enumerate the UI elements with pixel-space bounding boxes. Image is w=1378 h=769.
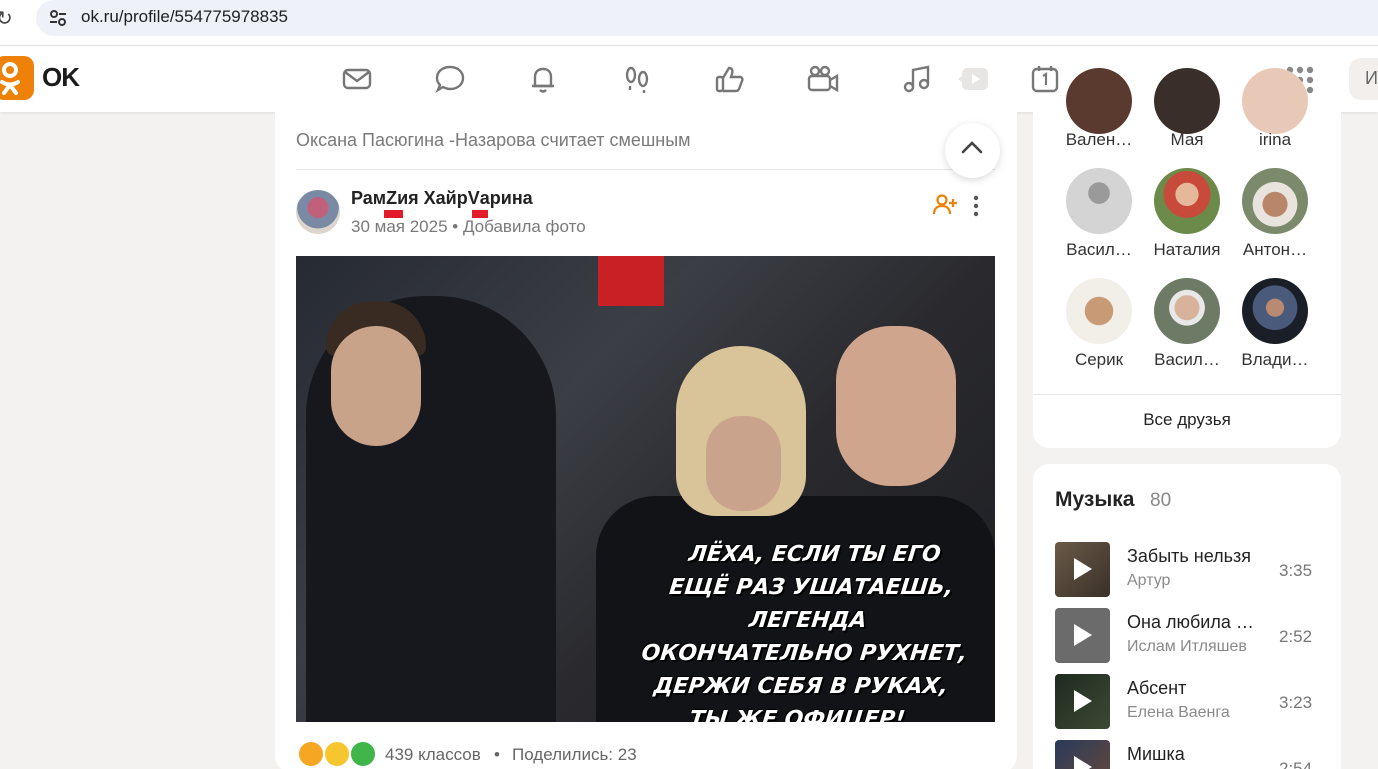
bell-icon[interactable] xyxy=(526,62,560,96)
author-name[interactable]: РамZия ХайрVарина xyxy=(351,188,533,209)
meme-caption: ЛЁХА, ЕСЛИ ТЫ ЕГО ЕЩЁ РАЗ УШАТАЕШЬ, ЛЕГЕ… xyxy=(606,538,995,722)
friend-avatar xyxy=(1066,68,1132,134)
music-title[interactable]: Музыка xyxy=(1055,488,1134,512)
track-cover[interactable] xyxy=(1055,740,1110,769)
friend-avatar xyxy=(1154,278,1220,344)
play-icon xyxy=(1074,624,1092,646)
music-count: 80 xyxy=(1150,490,1172,511)
divider xyxy=(1033,394,1341,395)
friend-name: Серик xyxy=(1074,350,1124,369)
grin-reaction-icon xyxy=(349,740,377,768)
all-friends-link[interactable]: Все друзья xyxy=(1033,410,1341,430)
play-icon xyxy=(1074,558,1092,580)
friend-item[interactable]: Васил… xyxy=(1142,278,1232,378)
friends-card: Вален… Мая irina Васил… Наталия Антон… С… xyxy=(1033,68,1341,448)
track-artist: Елена Ваенга xyxy=(1127,704,1230,721)
stats-separator: • xyxy=(494,745,500,764)
friend-name: Антон… xyxy=(1242,240,1308,259)
caption-line: ЕЩЁ РАЗ УШАТАЕШЬ, ЛЕГЕНДА xyxy=(667,575,955,633)
track-title: Мишка xyxy=(1127,744,1185,764)
friend-avatar xyxy=(1242,68,1308,134)
music-track[interactable]: Она любила … Ислам Итляшев 2:52 xyxy=(1055,608,1325,664)
laugh-reaction-icon xyxy=(323,740,351,768)
music-track[interactable]: Мишка 2:54 xyxy=(1055,740,1325,769)
feed-reason[interactable]: Оксана Пасюгина -Назарова считает смешны… xyxy=(296,130,691,151)
calendar-icon[interactable] xyxy=(1028,62,1062,96)
track-duration: 2:54 xyxy=(1279,759,1313,769)
scroll-up-button[interactable] xyxy=(945,123,1000,178)
music-track[interactable]: Забыть нельзя Артур 3:35 xyxy=(1055,542,1325,598)
like-icon[interactable] xyxy=(713,62,747,96)
track-cover[interactable] xyxy=(1055,542,1110,597)
friend-item[interactable]: Серик xyxy=(1054,278,1144,378)
music-track[interactable]: Абсент Елена Ваенга 3:23 xyxy=(1055,674,1325,730)
add-friend-icon[interactable] xyxy=(932,192,958,218)
site-settings-icon[interactable] xyxy=(46,6,70,30)
friend-name: Наталия xyxy=(1153,240,1221,259)
friend-item[interactable]: Наталия xyxy=(1142,168,1232,268)
chevron-up-icon xyxy=(961,141,983,154)
chat-icon[interactable] xyxy=(433,62,467,96)
logo-text[interactable]: OK xyxy=(42,62,80,93)
friend-item[interactable]: Антон… xyxy=(1230,168,1320,268)
friend-name: Влади… xyxy=(1241,350,1309,369)
track-artist: Артур xyxy=(1127,572,1171,589)
post-date[interactable]: 30 мая 2025 xyxy=(351,217,448,236)
video-camera-icon[interactable] xyxy=(806,62,840,96)
friend-name: Мая xyxy=(1170,130,1204,149)
feed-post-card: Оксана Пасюгина -Назарова считает смешны… xyxy=(275,112,1017,769)
track-cover[interactable] xyxy=(1055,608,1110,663)
track-title: Абсент xyxy=(1127,678,1187,698)
track-duration: 3:35 xyxy=(1279,561,1313,580)
track-duration: 2:52 xyxy=(1279,627,1313,646)
mail-icon[interactable] xyxy=(340,62,374,96)
meta-separator: • xyxy=(452,217,459,236)
music-note-icon[interactable] xyxy=(900,62,934,96)
caption-line: ОКОНЧАТЕЛЬНО РУХНЕТ, xyxy=(640,641,969,666)
shares-count[interactable]: Поделились: 23 xyxy=(512,745,637,765)
more-options-icon[interactable] xyxy=(971,194,981,218)
play-icon xyxy=(1074,756,1092,769)
play-icon xyxy=(1074,690,1092,712)
track-title: Она любила … xyxy=(1127,612,1254,632)
likes-count[interactable]: 439 классов xyxy=(385,745,481,765)
friend-name: Вален… xyxy=(1065,130,1133,149)
track-title: Забыть нельзя xyxy=(1127,546,1251,566)
video-play-icon[interactable] xyxy=(956,62,990,96)
friend-item[interactable]: Васил… xyxy=(1054,168,1144,268)
caption-line: ТЫ ЖЕ ОФИЦЕР! xyxy=(688,707,907,722)
friend-avatar xyxy=(1154,168,1220,234)
caption-line: ДЕРЖИ СЕБЯ В РУКАХ, xyxy=(652,674,950,699)
friend-name: Васил… xyxy=(1154,350,1220,369)
thumbs-up-reaction-icon xyxy=(297,740,325,768)
search-placeholder: И xyxy=(1365,68,1378,88)
divider xyxy=(296,169,995,170)
friend-avatar xyxy=(1154,68,1220,134)
reactions-group[interactable] xyxy=(297,740,381,769)
friend-avatar xyxy=(1066,278,1132,344)
friend-avatar xyxy=(1066,168,1132,234)
track-duration: 3:23 xyxy=(1279,693,1313,712)
music-card: Музыка 80 Забыть нельзя Артур 3:35 Она л… xyxy=(1033,464,1341,769)
track-cover[interactable] xyxy=(1055,674,1110,729)
friend-avatar xyxy=(1242,278,1308,344)
friend-item[interactable]: Влади… xyxy=(1230,278,1320,378)
ok-logo-icon[interactable] xyxy=(0,56,34,100)
friend-avatar xyxy=(1242,168,1308,234)
friend-name: Васил… xyxy=(1066,240,1132,259)
caption-line: ЛЁХА, ЕСЛИ ТЫ ЕГО xyxy=(687,542,943,567)
reload-icon[interactable]: ↻ xyxy=(0,6,13,31)
url-text[interactable]: ok.ru/profile/554775978835 xyxy=(81,7,288,27)
post-action: Добавила фото xyxy=(462,217,586,236)
author-avatar[interactable] xyxy=(296,190,340,234)
friend-name: irina xyxy=(1258,130,1292,149)
browser-url-bar: ↻ ok.ru/profile/554775978835 xyxy=(0,0,1378,46)
footprints-icon[interactable] xyxy=(620,62,654,96)
post-meta: 30 мая 2025 • Добавила фото xyxy=(351,217,586,237)
post-photo[interactable]: ЛЁХА, ЕСЛИ ТЫ ЕГО ЕЩЁ РАЗ УШАТАЕШЬ, ЛЕГЕ… xyxy=(296,256,995,722)
track-artist: Ислам Итляшев xyxy=(1127,638,1247,655)
search-input[interactable]: И xyxy=(1349,58,1378,100)
